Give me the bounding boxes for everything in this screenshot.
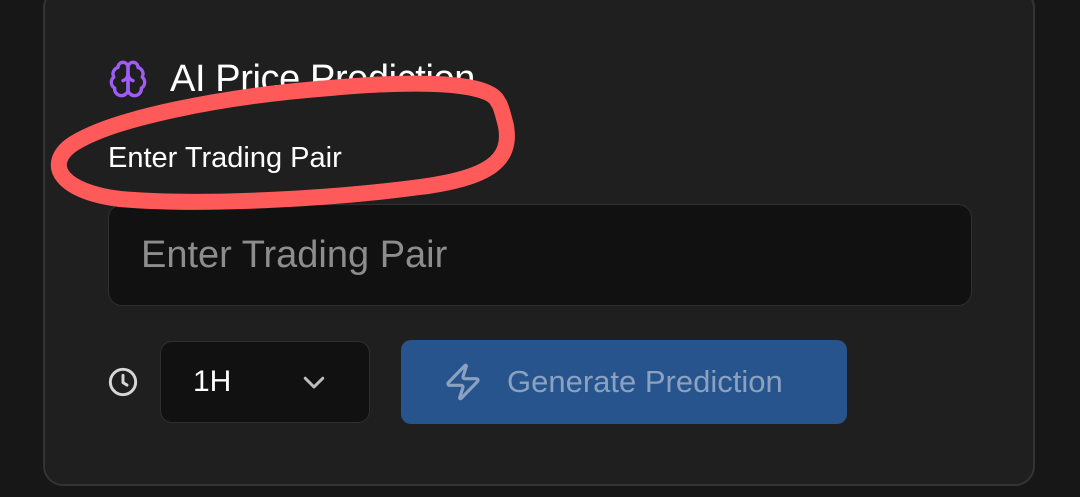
generate-prediction-label: Generate Prediction: [507, 364, 783, 399]
trading-pair-label: Enter Trading Pair: [108, 142, 342, 174]
card-title: AI Price Prediction: [170, 57, 475, 100]
timeframe-value: 1H: [193, 365, 232, 398]
chevron-down-icon: [303, 376, 325, 389]
generate-prediction-button[interactable]: Generate Prediction: [401, 340, 847, 424]
brain-icon: [109, 60, 147, 98]
card-header: AI Price Prediction: [108, 56, 475, 102]
timeframe-select[interactable]: 1H: [160, 341, 370, 423]
lightning-bolt-icon: [446, 363, 480, 401]
clock-icon: [108, 367, 138, 397]
trading-pair-input[interactable]: [108, 204, 972, 306]
